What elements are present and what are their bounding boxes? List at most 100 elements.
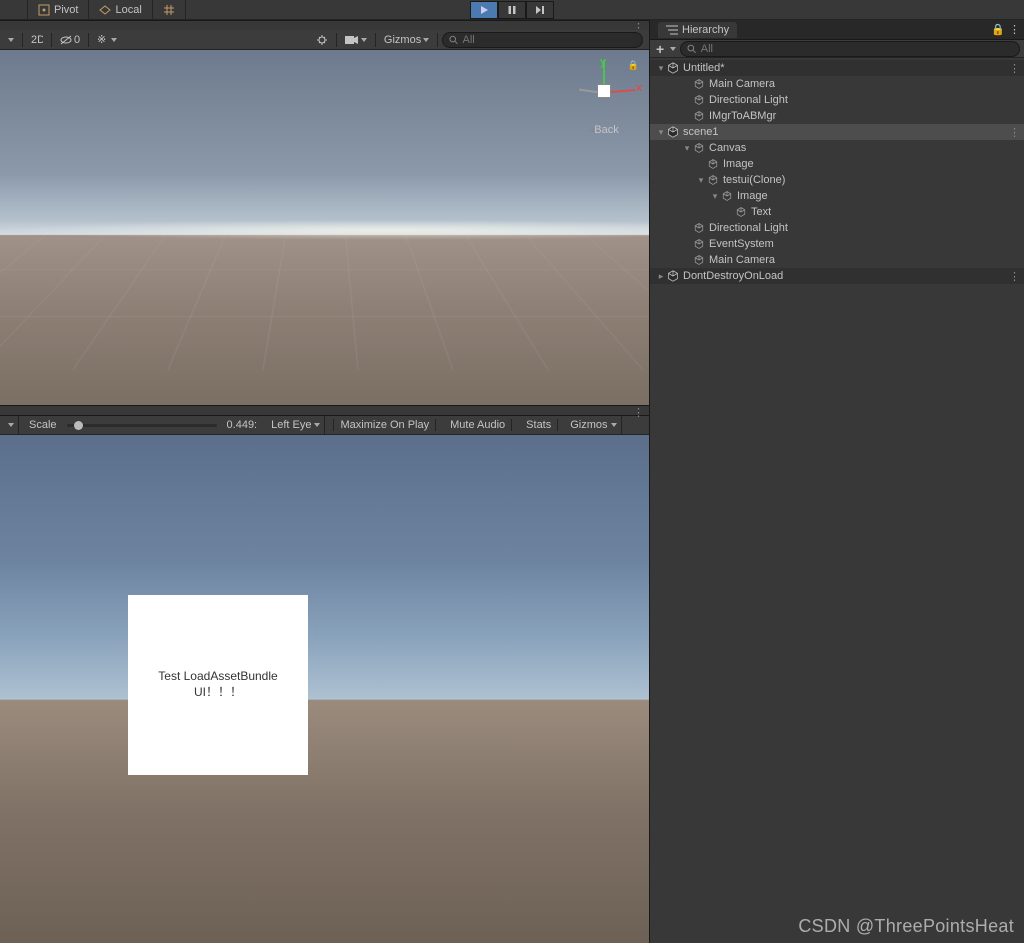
expand-arrow[interactable] <box>656 270 666 282</box>
axis-y[interactable] <box>603 60 605 84</box>
item-name: Directional Light <box>709 94 788 106</box>
scale-value: 0.449: <box>225 419 260 431</box>
scene-tab-strip: ⋮ <box>0 20 649 30</box>
gameobject-icon <box>692 93 706 107</box>
gameobject-row[interactable]: Directional Light <box>650 92 1024 108</box>
expand-arrow[interactable] <box>682 142 692 154</box>
unity-logo-icon <box>666 125 680 139</box>
2d-icon: 2D <box>31 34 43 46</box>
scale-label: Scale <box>27 419 59 431</box>
expand-arrow[interactable] <box>656 62 666 74</box>
settings-icon-btn[interactable] <box>312 32 332 48</box>
item-name: Image <box>737 190 768 202</box>
create-dropdown[interactable]: + <box>654 41 666 57</box>
hierarchy-icon <box>666 25 678 35</box>
svg-text:※: ※ <box>97 35 106 45</box>
gameobject-row[interactable]: testui(Clone) <box>650 172 1024 188</box>
item-name: Main Camera <box>709 254 775 266</box>
hierarchy-search-input[interactable] <box>701 43 1013 55</box>
search-icon <box>687 44 697 54</box>
item-name: testui(Clone) <box>723 174 785 186</box>
expand-arrow[interactable] <box>710 190 720 202</box>
item-name: Main Camera <box>709 78 775 90</box>
gizmos-label: Gizmos <box>570 419 607 431</box>
chevron-down-icon <box>670 47 676 51</box>
play-button[interactable] <box>470 1 498 19</box>
item-name: IMgrToABMgr <box>709 110 776 122</box>
camera-dropdown[interactable] <box>341 32 371 48</box>
settings-icon <box>316 34 328 46</box>
gameobject-row[interactable]: Main Camera <box>650 252 1024 268</box>
scene-search-input[interactable] <box>462 34 636 46</box>
eye-dropdown[interactable]: Left Eye <box>267 416 325 434</box>
lock-icon[interactable]: 🔒 <box>991 23 1005 36</box>
fx-icon: ※ <box>97 35 109 45</box>
svg-text:2D: 2D <box>31 34 43 46</box>
expand-arrow[interactable] <box>696 174 706 186</box>
item-name: Image <box>723 158 754 170</box>
item-name: EventSystem <box>709 238 774 250</box>
item-name: Directional Light <box>709 222 788 234</box>
hierarchy-tab-label: Hierarchy <box>682 24 729 36</box>
gameobject-row[interactable]: Image <box>650 156 1024 172</box>
item-name: DontDestroyOnLoad <box>683 270 783 282</box>
ui-image-panel: Test LoadAssetBundle UI！！！ <box>128 595 308 775</box>
scale-slider[interactable] <box>67 424 217 427</box>
persp-back-button[interactable]: ◂Back <box>569 124 639 136</box>
hierarchy-search[interactable] <box>680 41 1020 57</box>
axis-x[interactable] <box>611 89 635 93</box>
row-menu-icon[interactable]: ⋮ <box>1009 126 1020 139</box>
fx-dropdown[interactable]: ※ <box>93 32 121 48</box>
shading-mode-dropdown[interactable] <box>4 32 18 48</box>
gameobject-row[interactable]: Text <box>650 204 1024 220</box>
pivot-toggle[interactable]: Pivot <box>28 0 89 19</box>
gameobject-icon <box>692 253 706 267</box>
axis-x-label: x <box>636 82 642 94</box>
item-name: Canvas <box>709 142 746 154</box>
step-button[interactable] <box>526 1 554 19</box>
scene-header[interactable]: DontDestroyOnLoad ⋮ <box>650 268 1024 284</box>
scene-header[interactable]: Untitled*⋮ <box>650 60 1024 76</box>
grid-snap-toggle[interactable] <box>153 0 186 19</box>
item-name: Text <box>751 206 771 218</box>
gameobject-icon <box>692 237 706 251</box>
display-dropdown[interactable] <box>4 416 19 434</box>
row-menu-icon[interactable]: ⋮ <box>1009 62 1020 75</box>
hierarchy-tab[interactable]: Hierarchy <box>658 22 737 38</box>
scene-header[interactable]: scene1⋮ <box>650 124 1024 140</box>
tool-hand-slot[interactable] <box>0 0 28 19</box>
slider-thumb[interactable] <box>74 421 83 430</box>
hidden-objects[interactable]: 0 <box>56 32 84 48</box>
gizmos-dropdown[interactable]: Gizmos <box>380 32 433 48</box>
scene-search[interactable] <box>442 32 643 48</box>
unity-logo-icon <box>666 61 680 75</box>
camera-icon <box>345 35 359 45</box>
maximize-toggle[interactable]: Maximize On Play <box>333 419 436 431</box>
gameobject-row[interactable]: Canvas <box>650 140 1024 156</box>
pivot-label: Pivot <box>54 4 78 16</box>
hierarchy-tree[interactable]: Untitled*⋮ Main Camera Directional Light IM… <box>650 58 1024 943</box>
game-view[interactable]: Test LoadAssetBundle UI！！！ <box>0 435 649 943</box>
orientation-gizmo[interactable]: 🔒 y x ◂Back <box>569 60 639 136</box>
game-tab-strip[interactable]: ⋮ <box>0 405 649 415</box>
gameobject-row[interactable]: Image <box>650 188 1024 204</box>
game-gizmos-dropdown[interactable]: Gizmos <box>566 416 621 434</box>
gameobject-row[interactable]: Directional Light <box>650 220 1024 236</box>
local-toggle[interactable]: Local <box>89 0 152 19</box>
pause-button[interactable] <box>498 1 526 19</box>
gameobject-row[interactable]: Main Camera <box>650 76 1024 92</box>
ui-text-line1: Test LoadAssetBundle <box>158 669 277 685</box>
panel-menu-icon[interactable]: ⋮ <box>633 406 643 419</box>
scene-view[interactable]: 🔒 y x ◂Back <box>0 50 649 405</box>
local-label: Local <box>115 4 141 16</box>
mute-toggle[interactable]: Mute Audio <box>444 419 512 431</box>
2d-toggle[interactable]: 2D <box>27 32 47 48</box>
local-icon <box>99 4 111 16</box>
stats-toggle[interactable]: Stats <box>520 419 558 431</box>
gameobject-row[interactable]: IMgrToABMgr <box>650 108 1024 124</box>
row-menu-icon[interactable]: ⋮ <box>1009 270 1020 283</box>
expand-arrow[interactable] <box>656 126 666 138</box>
panel-menu-icon[interactable]: ⋮ <box>1009 23 1020 36</box>
gameobject-row[interactable]: EventSystem <box>650 236 1024 252</box>
axis-center[interactable] <box>597 84 611 98</box>
